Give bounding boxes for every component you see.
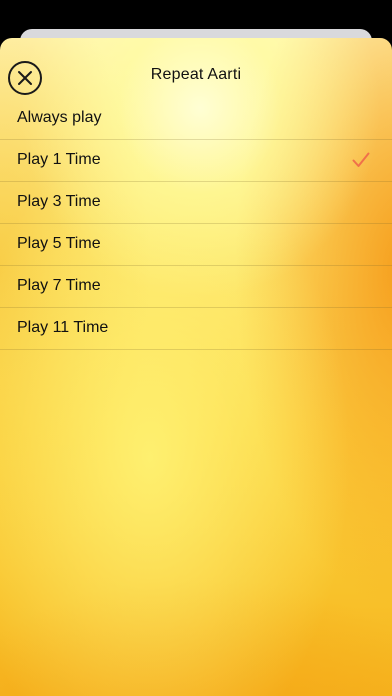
checkmark-icon: [352, 152, 370, 167]
option-play-1-time[interactable]: Play 1 Time: [0, 140, 392, 182]
sheet-header: Repeat Aarti: [0, 38, 392, 98]
option-label: Play 7 Time: [17, 277, 101, 294]
option-label: Always play: [17, 109, 102, 126]
option-play-3-time[interactable]: Play 3 Time: [0, 182, 392, 224]
option-label: Play 11 Time: [17, 319, 109, 336]
option-play-11-time[interactable]: Play 11 Time: [0, 308, 392, 350]
repeat-aarti-sheet: Repeat Aarti Always play Play 1 Time Pla…: [0, 38, 392, 696]
option-label: Play 3 Time: [17, 193, 101, 210]
repeat-options-list: Always play Play 1 Time Play 3 Time Play…: [0, 98, 392, 350]
screen: Repeat Aarti Always play Play 1 Time Pla…: [0, 0, 392, 696]
option-always-play[interactable]: Always play: [0, 98, 392, 140]
sheet-title: Repeat Aarti: [150, 66, 242, 83]
option-label: Play 5 Time: [17, 235, 101, 252]
option-play-5-time[interactable]: Play 5 Time: [0, 224, 392, 266]
option-label: Play 1 Time: [17, 151, 101, 168]
option-play-7-time[interactable]: Play 7 Time: [0, 266, 392, 308]
